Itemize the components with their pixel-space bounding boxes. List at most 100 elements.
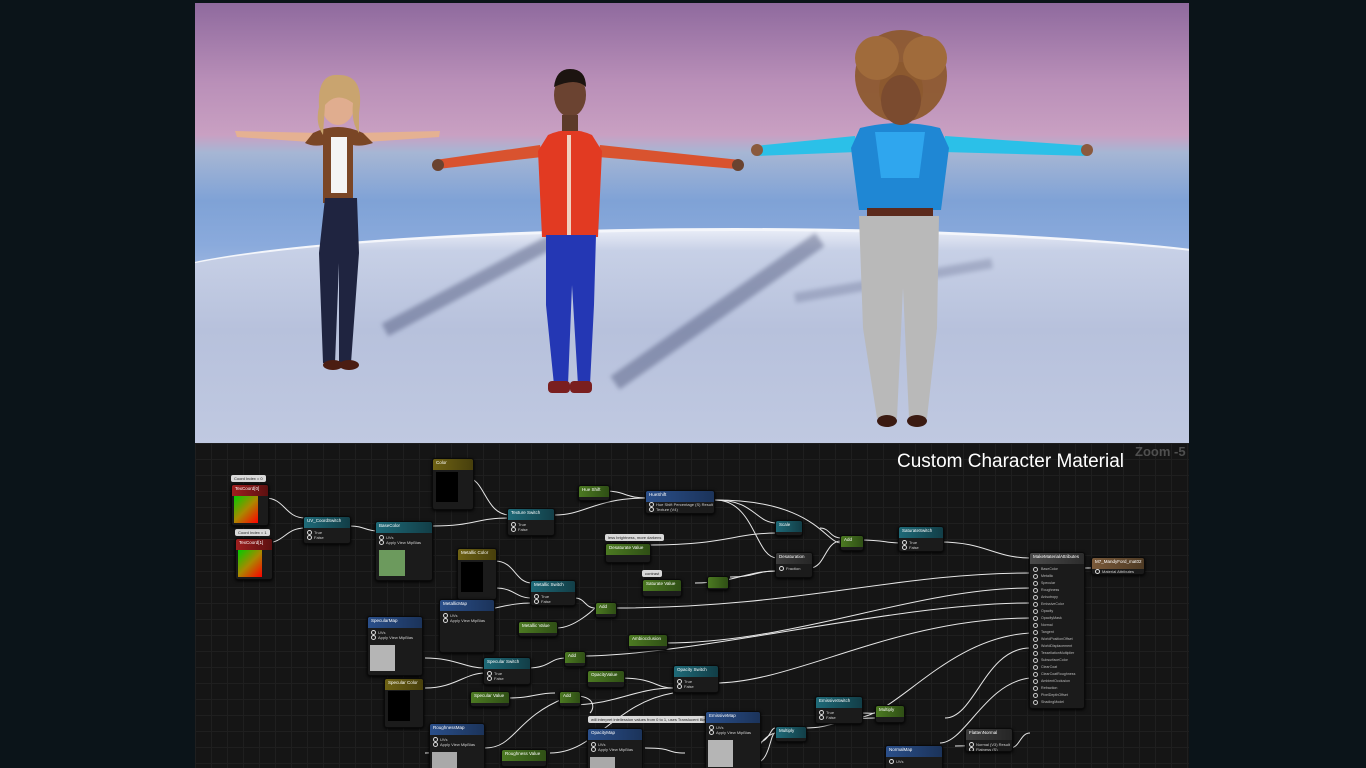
pin-fraction[interactable]: Fraction	[779, 566, 809, 571]
node-title: TexCoord[0]	[232, 485, 268, 496]
node-title: Hue Shift	[579, 486, 609, 497]
node-saturate-value[interactable]: Saturate Value	[642, 579, 682, 597]
node-desaturation[interactable]: Desaturation Fraction	[775, 552, 813, 578]
pin-false[interactable]: False	[487, 676, 527, 681]
node-roughness-value[interactable]: Roughness Value	[501, 749, 547, 767]
node-saturate-switch[interactable]: SaturateSwitch True False	[898, 526, 944, 552]
node-ambiocclusion[interactable]: Ambiocclusion	[628, 634, 668, 650]
node-title: Color	[433, 459, 473, 470]
material-graph-canvas[interactable]: Custom Character Material Zoom -5 Coord …	[195, 443, 1189, 768]
pin-false[interactable]: False	[307, 535, 347, 540]
attribute-pin[interactable]: BaseColor	[1033, 566, 1081, 573]
node-specular-value[interactable]: Specular Value	[470, 691, 510, 707]
attribute-pin[interactable]: SubsurfaceColor	[1033, 657, 1081, 664]
node-scale[interactable]: Scale	[775, 520, 803, 536]
node-emissive-map[interactable]: EmissiveMap UVs Apply View MipBias	[705, 711, 761, 768]
node-metallic-switch[interactable]: Metallic Switch True False	[530, 580, 576, 606]
texture-preview	[432, 752, 457, 768]
attribute-pin[interactable]: ClearCoat	[1033, 664, 1081, 671]
attribute-pin[interactable]: WorldPositionOffset	[1033, 636, 1081, 643]
node-specular-map[interactable]: SpecularMap UVs Apply View MipBias	[367, 616, 423, 676]
attribute-pin[interactable]: OpacityMask	[1033, 615, 1081, 622]
texcoord-preview	[238, 550, 262, 577]
attribute-pin[interactable]: WorldDisplacement	[1033, 643, 1081, 650]
pin-mip-bias[interactable]: Apply View MipBias	[443, 618, 491, 623]
pin-false[interactable]: False	[511, 527, 551, 532]
pin-mip-bias[interactable]: Apply View MipBias	[371, 635, 419, 640]
attribute-pin[interactable]: ShadingModel	[1033, 699, 1081, 706]
node-add-3[interactable]: Add	[564, 651, 586, 667]
attribute-pin[interactable]: AmbientOcclusion	[1033, 678, 1081, 685]
node-title: Add	[565, 652, 585, 663]
attribute-pin[interactable]: EmissiveColor	[1033, 601, 1081, 608]
node-base-color[interactable]: BaseColor UVs Apply View MipBias	[375, 521, 433, 581]
node-uv-coord-switch[interactable]: UV_CoordSwitch True False	[303, 516, 351, 544]
node-texture-switch[interactable]: Texture Switch True False	[507, 508, 555, 536]
pin-flatness[interactable]: Flatness (S)	[969, 747, 1009, 751]
attribute-pin[interactable]: Anisotropy	[1033, 594, 1081, 601]
node-texcoord-0[interactable]: TexCoord[0]	[231, 484, 269, 526]
attribute-pin[interactable]: Refraction	[1033, 685, 1081, 692]
node-add-2[interactable]: Add	[595, 602, 617, 618]
node-metallic-value[interactable]: Metallic Value	[518, 621, 558, 637]
node-opacity-value[interactable]: OpacityValue	[587, 670, 625, 688]
node-title: EmissiveMap	[706, 712, 760, 723]
node-opacity-switch[interactable]: Opacity Switch True False	[673, 665, 719, 693]
attribute-pin[interactable]: TessellationMultiplier	[1033, 650, 1081, 657]
node-constant[interactable]	[707, 576, 729, 590]
node-multiply-1[interactable]: Multiply	[775, 726, 807, 742]
pin-false[interactable]: False	[534, 599, 572, 604]
pin-false[interactable]: False	[677, 684, 715, 689]
node-metallic-map[interactable]: MetallicMap UVs Apply View MipBias	[439, 599, 495, 653]
node-add-4[interactable]: Add	[559, 691, 581, 707]
attribute-pin[interactable]: Specular	[1033, 580, 1081, 587]
pin-mip-bias[interactable]: Apply View MipBias	[379, 540, 429, 545]
attribute-pin[interactable]: Opacity	[1033, 608, 1081, 615]
node-desaturate-value[interactable]: Desaturate Value	[605, 543, 651, 563]
node-opacity-map[interactable]: OpacityMap UVs Apply View MipBias	[587, 728, 643, 768]
pin-mip-bias[interactable]: Apply View MipBias	[591, 747, 639, 752]
attribute-pin[interactable]: Metallic	[1033, 573, 1081, 580]
node-texcoord-1[interactable]: TexCoord[1]	[235, 538, 273, 580]
pin-false[interactable]: False	[819, 715, 859, 720]
node-hue-shift[interactable]: Hue Shift	[578, 485, 610, 501]
node-hue-shift-function[interactable]: HueShift Hue Shift Percentage (S) Result…	[645, 490, 715, 514]
texture-preview	[379, 550, 405, 576]
node-material-output[interactable]: M7_MandyFord_mat02 Material Attributes	[1091, 557, 1145, 575]
node-add-1[interactable]: Add	[840, 535, 864, 551]
attribute-pin[interactable]: PixelDepthOffset	[1033, 692, 1081, 699]
node-specular-color[interactable]: Specular Color	[384, 678, 424, 728]
node-color[interactable]: Color	[432, 458, 474, 510]
pin-material-attributes[interactable]: Material Attributes	[1095, 569, 1141, 574]
comment-coord-index-1[interactable]: Coord Index = 1	[235, 529, 270, 536]
material-preview-viewport[interactable]	[195, 3, 1189, 443]
node-title: Metallic Value	[519, 622, 557, 633]
comment-coord-index-0[interactable]: Coord Index = 0	[231, 475, 266, 482]
pin-uvs[interactable]: UVs	[889, 759, 939, 764]
node-metallic-color[interactable]: Metallic Color	[457, 548, 497, 600]
comment-less-brightness[interactable]: less brightness, more darkens	[605, 534, 665, 541]
pin-false[interactable]: False	[902, 545, 940, 550]
node-flatten-normal[interactable]: FlattenNormal Normal (V3) Result Flatness…	[965, 728, 1013, 752]
texture-preview	[590, 757, 615, 768]
pin-mip-bias[interactable]: Apply View MipBias	[433, 742, 481, 747]
node-roughness-map[interactable]: RoughnessMap UVs Apply View MipBias	[429, 723, 485, 768]
node-specular-switch[interactable]: Specular Switch True False	[483, 657, 531, 685]
pin-texture[interactable]: Texture (V4)	[649, 507, 711, 512]
node-multiply-2[interactable]: Multiply	[875, 705, 905, 723]
attribute-pin[interactable]: Tangent	[1033, 629, 1081, 636]
attribute-pin[interactable]: Roughness	[1033, 587, 1081, 594]
node-normal-map[interactable]: NormalMap UVs	[885, 745, 943, 768]
node-emissive-switch[interactable]: EmissiveSwitch True False	[815, 696, 863, 724]
attribute-pin[interactable]: Normal	[1033, 622, 1081, 629]
editor-frame: Custom Character Material Zoom -5 Coord …	[195, 3, 1189, 768]
pin-mip-bias[interactable]: Apply View MipBias	[709, 730, 757, 735]
comment-contrast[interactable]: contrast	[642, 570, 663, 577]
texture-preview	[370, 645, 395, 671]
node-title: OpacityMap	[588, 729, 642, 740]
comment-translucent-note[interactable]: will interpret intellession values from …	[588, 716, 713, 723]
node-title	[708, 577, 728, 588]
node-title: Roughness Value	[502, 750, 546, 761]
attribute-pin[interactable]: ClearCoatRoughness	[1033, 671, 1081, 678]
node-make-material-attributes[interactable]: MakeMaterialAttributes BaseColor Metallic…	[1029, 552, 1085, 709]
